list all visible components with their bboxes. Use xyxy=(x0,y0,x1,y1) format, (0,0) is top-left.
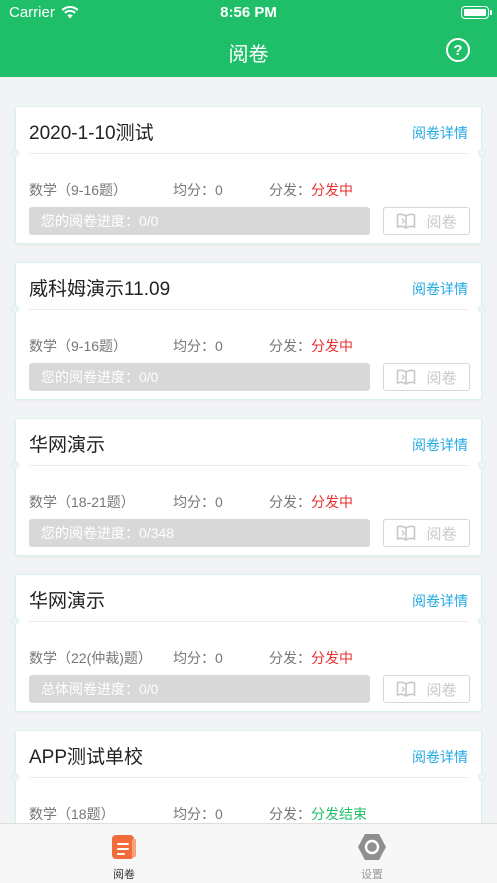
clock: 8:56 PM xyxy=(220,4,277,21)
grade-button-label: 阅卷 xyxy=(426,213,457,231)
status-badge: 分发中 xyxy=(311,494,353,510)
exam-detail-link[interactable]: 阅卷详情 xyxy=(412,435,468,455)
question-circle-icon[interactable]: ? xyxy=(446,38,470,62)
status-badge: 分发结束 xyxy=(311,806,367,822)
battery-icon xyxy=(461,6,492,19)
grading-progress-bar: 您的阅卷进度：0/0 xyxy=(29,207,370,235)
grading-doc-icon xyxy=(112,835,136,859)
exam-card[interactable]: 威科姆演示11.09 阅卷详情 数学（9-16题） 均分：0 分发：分发中 您的… xyxy=(11,262,486,400)
subject-label: 数学（18题） xyxy=(29,806,115,822)
distribution-status: 分发：分发中 xyxy=(269,494,353,510)
tab-bar: 阅卷 设置 xyxy=(0,823,497,883)
exam-card[interactable]: 华网演示 阅卷详情 数学（18-21题） 均分：0 分发：分发中 您的阅卷进度：… xyxy=(11,418,486,556)
grade-button-label: 阅卷 xyxy=(426,369,457,387)
subject-label: 数学（9-16题） xyxy=(29,338,128,354)
grade-button[interactable]: 阅卷 xyxy=(383,519,470,547)
exam-name: 威科姆演示11.09 xyxy=(29,279,171,300)
subject-label: 数学（22(仲裁)题） xyxy=(29,650,152,666)
grading-progress-bar: 总体阅卷进度：0/0 xyxy=(29,675,370,703)
distribution-status: 分发：分发中 xyxy=(269,338,353,354)
status-badge: 分发中 xyxy=(311,338,353,354)
exam-name: 华网演示 xyxy=(29,435,106,456)
status-bar: Carrier 8:56 PM xyxy=(0,0,497,26)
distribution-status: 分发：分发中 xyxy=(269,182,353,198)
status-badge: 分发中 xyxy=(311,182,353,198)
exam-detail-link[interactable]: 阅卷详情 xyxy=(412,747,468,767)
average-score: 均分：0 xyxy=(173,806,223,822)
tab-grading-label: 阅卷 xyxy=(113,869,135,881)
divider xyxy=(29,465,468,466)
subject-label: 数学（18-21题） xyxy=(29,494,135,510)
exam-name: 华网演示 xyxy=(29,591,106,612)
tab-settings[interactable]: 设置 xyxy=(248,824,496,883)
exam-card[interactable]: APP测试单校 阅卷详情 数学（18题） 均分：0 分发：分发结束 阅卷 xyxy=(11,730,486,823)
open-book-icon xyxy=(397,681,416,697)
status-badge: 分发中 xyxy=(311,650,353,666)
tab-settings-label: 设置 xyxy=(361,869,383,881)
grading-progress-bar: 您的阅卷进度：0/348 xyxy=(29,519,370,547)
distribution-status: 分发：分发中 xyxy=(269,650,353,666)
grade-button[interactable]: 阅卷 xyxy=(383,363,470,391)
grade-button[interactable]: 阅卷 xyxy=(383,207,470,235)
grade-button-label: 阅卷 xyxy=(426,681,457,699)
open-book-icon xyxy=(397,525,416,541)
exam-detail-link[interactable]: 阅卷详情 xyxy=(412,591,468,611)
divider xyxy=(29,153,468,154)
exam-name: 2020-1-10测试 xyxy=(29,123,154,144)
exam-detail-link[interactable]: 阅卷详情 xyxy=(412,123,468,143)
grading-progress-bar: 您的阅卷进度：0/0 xyxy=(29,363,370,391)
exam-name: APP测试单校 xyxy=(29,747,144,768)
divider xyxy=(29,777,468,778)
nav-bar: 阅卷 ? xyxy=(0,26,497,77)
open-book-icon xyxy=(397,369,416,385)
exam-list[interactable]: 2020-1-10测试 阅卷详情 数学（9-16题） 均分：0 分发：分发中 您… xyxy=(0,77,497,823)
grade-button-label: 阅卷 xyxy=(426,525,457,543)
grade-button[interactable]: 阅卷 xyxy=(383,675,470,703)
average-score: 均分：0 xyxy=(173,494,223,510)
open-book-icon xyxy=(397,213,416,229)
tab-grading[interactable]: 阅卷 xyxy=(0,824,248,883)
divider xyxy=(29,621,468,622)
average-score: 均分：0 xyxy=(173,182,223,198)
subject-label: 数学（9-16题） xyxy=(29,182,128,198)
settings-hexagon-icon xyxy=(358,834,386,860)
divider xyxy=(29,309,468,310)
distribution-status: 分发：分发结束 xyxy=(269,806,367,822)
exam-card[interactable]: 2020-1-10测试 阅卷详情 数学（9-16题） 均分：0 分发：分发中 您… xyxy=(11,106,486,244)
average-score: 均分：0 xyxy=(173,650,223,666)
page-title: 阅卷 xyxy=(228,44,269,66)
exam-card[interactable]: 华网演示 阅卷详情 数学（22(仲裁)题） 均分：0 分发：分发中 总体阅卷进度… xyxy=(11,574,486,712)
average-score: 均分：0 xyxy=(173,338,223,354)
exam-detail-link[interactable]: 阅卷详情 xyxy=(412,279,468,299)
